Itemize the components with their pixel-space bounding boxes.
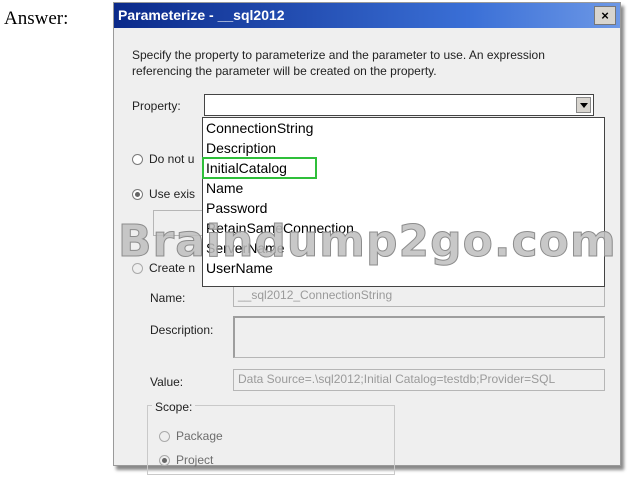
- description-label: Description:: [150, 323, 214, 337]
- property-option[interactable]: ConnectionString: [203, 118, 604, 138]
- close-icon: ×: [601, 8, 609, 23]
- name-label: Name:: [150, 291, 186, 305]
- property-option[interactable]: Password: [203, 198, 604, 218]
- chevron-down-icon[interactable]: [576, 97, 591, 113]
- radio-scope-package[interactable]: [159, 431, 170, 442]
- value-field[interactable]: Data Source=.\sql2012;Initial Catalog=te…: [233, 369, 605, 391]
- name-field[interactable]: __sql2012_ConnectionString: [233, 285, 605, 307]
- close-button[interactable]: ×: [594, 6, 616, 25]
- scope-project-label: Project: [176, 453, 214, 467]
- watermark: Braindump2go.com: [118, 216, 617, 268]
- dialog-title: Parameterize - __sql2012: [118, 7, 285, 23]
- radio-use-existing-label: Use exis: [149, 187, 196, 201]
- property-option[interactable]: Description: [203, 138, 604, 158]
- scope-package-label: Package: [176, 429, 223, 443]
- radio-do-not-use-label: Do not u: [149, 152, 195, 166]
- instructions-text: Specify the property to parameterize and…: [132, 48, 545, 78]
- radio-scope-project[interactable]: [159, 455, 170, 466]
- description-field[interactable]: [233, 316, 605, 358]
- value-label: Value:: [150, 375, 184, 389]
- answer-label: Answer:: [4, 8, 69, 29]
- property-label: Property:: [132, 99, 181, 113]
- property-option-highlighted[interactable]: InitialCatalog: [202, 157, 317, 179]
- title-bar[interactable]: Parameterize - __sql2012 ×: [114, 3, 620, 28]
- scope-label: Scope:: [152, 400, 196, 414]
- radio-use-existing[interactable]: [132, 189, 143, 200]
- property-dropdown[interactable]: [204, 94, 594, 116]
- property-option[interactable]: Name: [203, 178, 604, 198]
- radio-do-not-use[interactable]: [132, 154, 143, 165]
